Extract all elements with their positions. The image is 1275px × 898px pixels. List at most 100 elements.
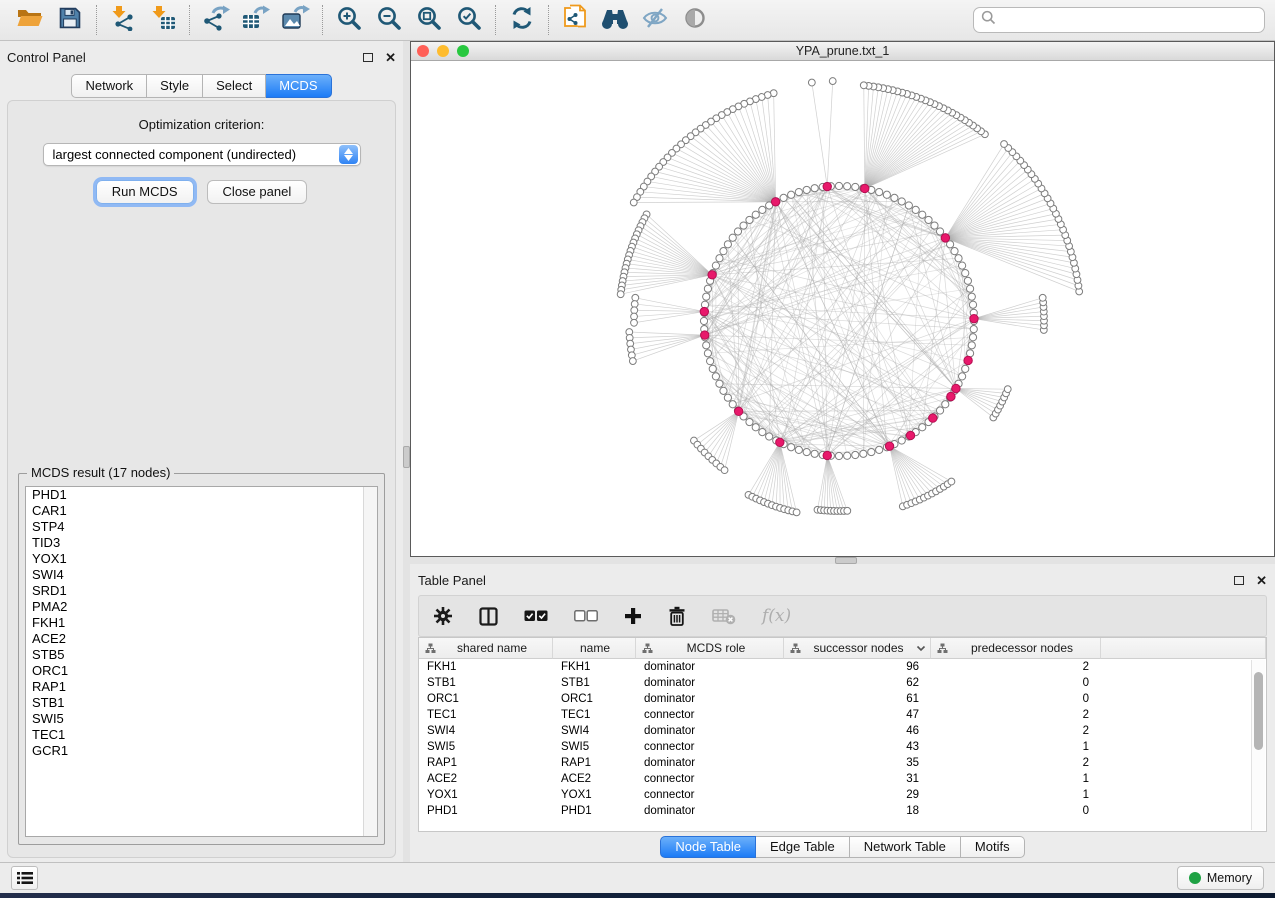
table-cell: 0 — [931, 803, 1101, 819]
table-row[interactable]: SWI4SWI4dominator462 — [419, 723, 1266, 739]
open-file-button[interactable] — [10, 3, 50, 37]
column-header-predecessor-nodes[interactable]: predecessor nodes — [931, 638, 1101, 659]
zoom-fit-button[interactable] — [409, 3, 449, 37]
vertical-splitter[interactable] — [403, 41, 410, 862]
column-header-mcds-role[interactable]: MCDS role — [636, 638, 784, 659]
unchecked-boxes-icon — [574, 610, 598, 622]
global-search-field[interactable] — [973, 7, 1265, 33]
table-row[interactable]: RAP1RAP1dominator352 — [419, 755, 1266, 771]
list-item[interactable]: PMA2 — [26, 599, 377, 615]
column-header-shared-name[interactable]: shared name — [419, 638, 553, 659]
table-row[interactable]: SWI5SWI5connector431 — [419, 739, 1266, 755]
memory-button[interactable]: Memory — [1177, 866, 1264, 890]
delete-table-button-disabled[interactable] — [712, 607, 736, 625]
export-image-button[interactable] — [276, 3, 316, 37]
tab-edge-table[interactable]: Edge Table — [756, 836, 850, 858]
list-item[interactable]: SWI4 — [26, 567, 377, 583]
apply-layout-button[interactable] — [502, 3, 542, 37]
new-network-from-selection-button[interactable] — [555, 3, 595, 37]
list-item[interactable]: RAP1 — [26, 679, 377, 695]
mcds-panel-body: Optimization criterion: largest connecte… — [7, 100, 396, 858]
splitter-grip[interactable] — [835, 557, 857, 564]
table-cell: 46 — [784, 723, 931, 739]
list-item[interactable]: STB5 — [26, 647, 377, 663]
table-row[interactable]: STB1STB1dominator620 — [419, 675, 1266, 691]
import-network-button[interactable] — [103, 3, 143, 37]
table-cell: FKH1 — [419, 659, 553, 675]
memory-label: Memory — [1207, 871, 1252, 885]
column-header-successor-nodes[interactable]: successor nodes — [784, 638, 931, 659]
tab-node-table[interactable]: Node Table — [660, 836, 756, 858]
scrollbar-thumb[interactable] — [1254, 672, 1263, 750]
show-task-history-button[interactable] — [11, 866, 38, 890]
select-all-rows-button[interactable] — [524, 610, 548, 622]
list-item[interactable]: ACE2 — [26, 631, 377, 647]
zoom-selected-button[interactable] — [449, 3, 489, 37]
table-cell: YOX1 — [419, 787, 553, 803]
table-row[interactable]: ORC1ORC1dominator610 — [419, 691, 1266, 707]
tab-motifs[interactable]: Motifs — [961, 836, 1025, 858]
network-graph[interactable] — [411, 61, 1274, 556]
list-item[interactable]: TID3 — [26, 535, 377, 551]
list-item[interactable]: SRD1 — [26, 583, 377, 599]
hide-graphics-details-button[interactable] — [635, 3, 675, 37]
function-builder-button-disabled[interactable]: f(x) — [762, 606, 791, 626]
column-header-name[interactable]: name — [553, 638, 636, 659]
import-table-button[interactable] — [143, 3, 183, 37]
list-item[interactable]: YOX1 — [26, 551, 377, 567]
table-cell: 47 — [784, 707, 931, 723]
delete-column-button[interactable] — [668, 606, 686, 626]
tab-mcds[interactable]: MCDS — [266, 74, 331, 98]
show-graphics-details-button[interactable] — [675, 3, 715, 37]
table-row[interactable]: TEC1TEC1connector472 — [419, 707, 1266, 723]
float-panel-icon[interactable] — [1234, 576, 1244, 585]
search-network-button[interactable] — [595, 3, 635, 37]
tab-style[interactable]: Style — [147, 74, 203, 98]
list-item[interactable]: CAR1 — [26, 503, 377, 519]
list-item[interactable]: STB1 — [26, 695, 377, 711]
list-item[interactable]: FKH1 — [26, 615, 377, 631]
table-cell — [1101, 723, 1266, 739]
list-item[interactable]: SWI5 — [26, 711, 377, 727]
search-input[interactable] — [1001, 13, 1257, 28]
float-panel-icon[interactable] — [363, 53, 373, 62]
list-scrollbar[interactable] — [363, 487, 377, 836]
optimization-criterion-select[interactable]: largest connected component (undirected) — [43, 143, 361, 166]
list-item[interactable]: ORC1 — [26, 663, 377, 679]
list-item[interactable]: TEC1 — [26, 727, 377, 743]
tab-network[interactable]: Network — [71, 74, 147, 98]
close-panel-icon[interactable]: ✕ — [1256, 574, 1267, 587]
tab-select[interactable]: Select — [203, 74, 266, 98]
tab-network-table[interactable]: Network Table — [850, 836, 961, 858]
mcds-result-list[interactable]: PHD1CAR1STP4TID3YOX1SWI4SRD1PMA2FKH1ACE2… — [25, 486, 378, 837]
list-item[interactable]: STP4 — [26, 519, 377, 535]
zoom-in-button[interactable] — [329, 3, 369, 37]
network-canvas[interactable] — [411, 61, 1274, 556]
table-settings-button[interactable] — [433, 606, 453, 626]
splitter-grip[interactable] — [403, 446, 410, 468]
table-row[interactable]: FKH1FKH1dominator962 — [419, 659, 1266, 675]
table-cell: SWI5 — [419, 739, 553, 755]
save-session-button[interactable] — [50, 3, 90, 37]
network-nodes[interactable] — [617, 78, 1082, 516]
open-folder-icon — [16, 6, 44, 35]
close-panel-button[interactable]: Close panel — [207, 180, 308, 204]
export-network-button[interactable] — [196, 3, 236, 37]
horizontal-splitter[interactable] — [410, 557, 1275, 564]
list-item[interactable]: GCR1 — [26, 743, 377, 759]
zoom-out-button[interactable] — [369, 3, 409, 37]
toolbar-separator — [548, 5, 549, 35]
run-mcds-button[interactable]: Run MCDS — [96, 180, 194, 204]
show-columns-button[interactable] — [479, 607, 498, 626]
table-scrollbar[interactable] — [1251, 660, 1265, 830]
deselect-all-rows-button[interactable] — [574, 610, 598, 622]
table-row[interactable]: YOX1YOX1connector291 — [419, 787, 1266, 803]
table-row[interactable]: PHD1PHD1dominator180 — [419, 803, 1266, 819]
list-item[interactable]: PHD1 — [26, 487, 377, 503]
close-panel-icon[interactable]: ✕ — [385, 51, 396, 64]
export-table-button[interactable] — [236, 3, 276, 37]
table-row[interactable]: ACE2ACE2connector311 — [419, 771, 1266, 787]
create-column-button[interactable] — [624, 607, 642, 625]
network-view-titlebar[interactable]: YPA_prune.txt_1 — [411, 42, 1274, 61]
toolbar-separator — [96, 5, 97, 35]
